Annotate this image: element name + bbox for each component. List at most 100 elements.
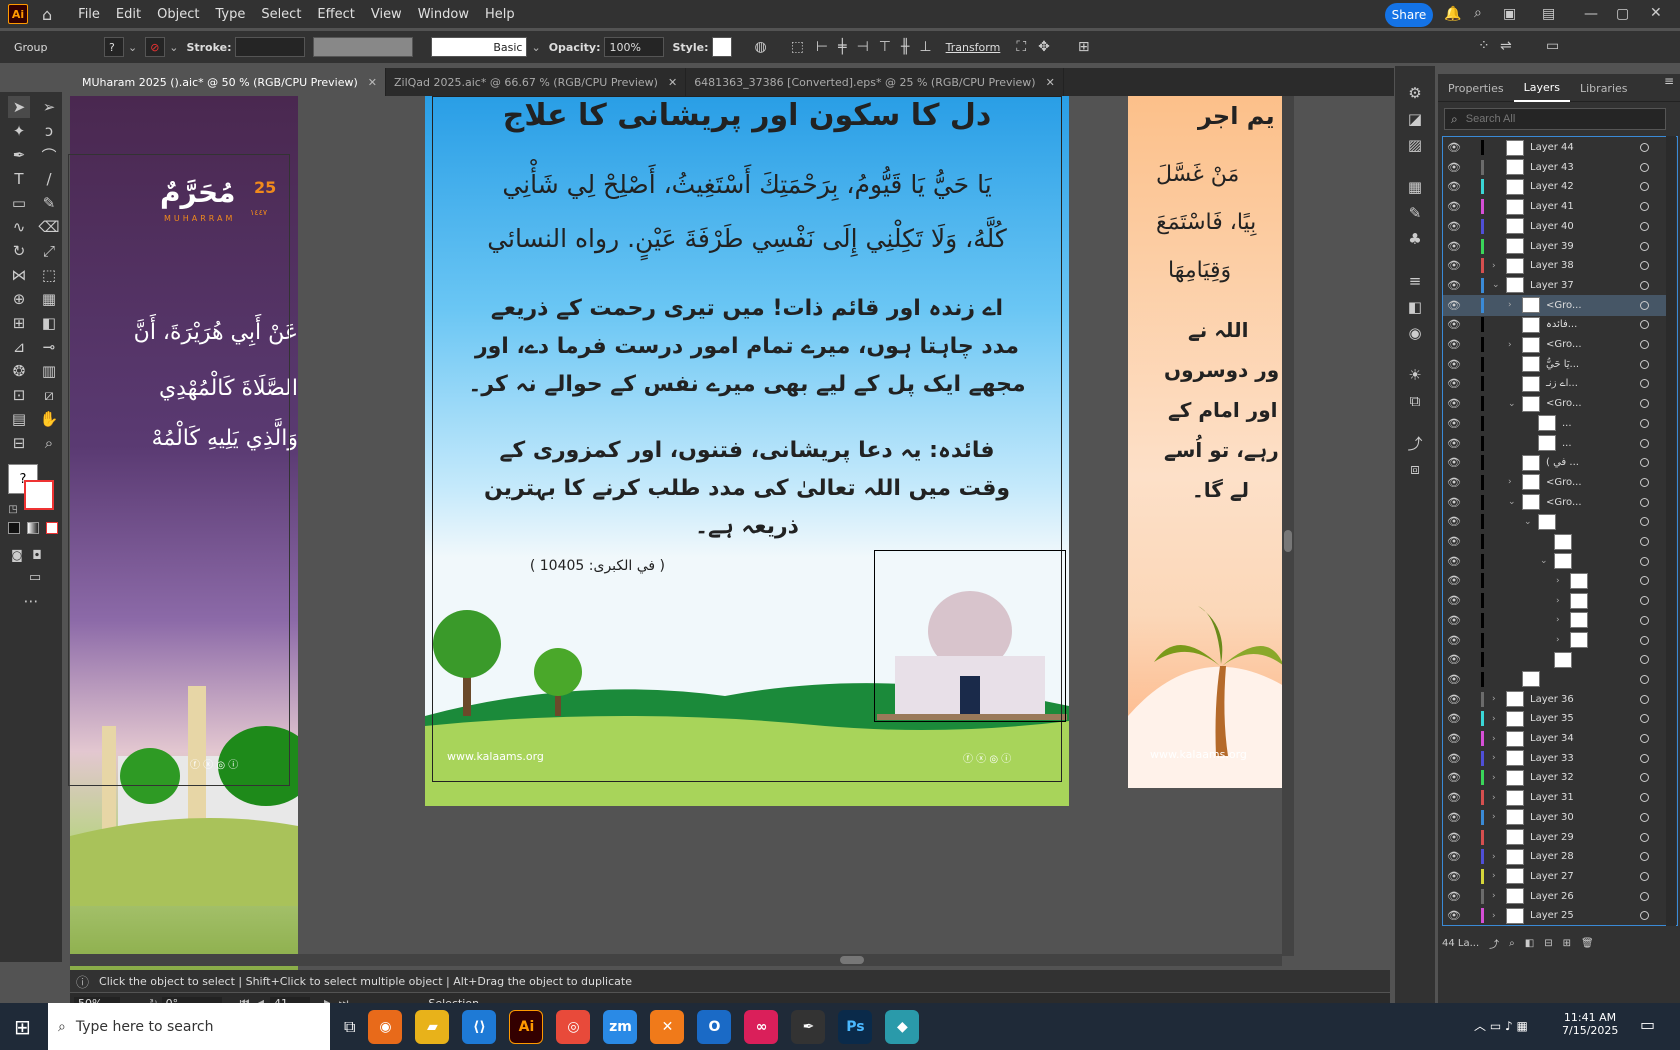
layer-row[interactable]: 👁 فائدہ... [1443,314,1667,335]
transform-link[interactable]: Transform [946,41,1001,54]
graph-tool-icon[interactable]: ▤ [8,408,30,430]
target-circle-icon[interactable] [1640,615,1649,625]
expand-toggle-icon[interactable]: › [1492,694,1506,704]
align-hcenter-icon[interactable]: ╪ [838,39,846,55]
visibility-eye-icon[interactable]: 👁 [1447,377,1463,390]
swatches-strip-icon[interactable]: ▦ [1404,176,1426,198]
mesh-tool-icon[interactable]: ⊞ [8,312,30,334]
type-tool-icon[interactable]: T [8,168,30,190]
layer-row[interactable]: 👁 Layer 43 [1443,157,1667,178]
hand-tool-icon[interactable]: ✋ [38,408,60,430]
visibility-eye-icon[interactable]: 👁 [1447,259,1463,272]
taskbar-search[interactable]: ⌕ Type here to search [48,1003,330,1050]
free-transform-tool-icon[interactable]: ⬚ [38,264,60,286]
target-circle-icon[interactable] [1640,182,1649,192]
layer-row[interactable]: 👁 ⌄ [1443,511,1667,532]
expand-toggle-icon[interactable]: ⌄ [1508,399,1522,409]
recolor-icon[interactable]: ◍ [754,39,766,55]
visibility-eye-icon[interactable]: 👁 [1447,555,1463,568]
target-circle-icon[interactable] [1640,556,1649,566]
transparency-strip-icon[interactable]: ◪ [1404,108,1426,130]
clock[interactable]: 11:41 AM 7/15/2025 [1562,1011,1618,1037]
layer-row[interactable]: 👁 Layer 41 [1443,196,1667,217]
expand-toggle-icon[interactable]: › [1508,340,1522,350]
rectangle-tool-icon[interactable]: ▭ [8,192,30,214]
align-bottom-icon[interactable]: ⊥ [919,39,931,55]
layer-row[interactable]: 👁 يَا حَيُّ... [1443,354,1667,375]
layer-row[interactable]: 👁 › Layer 34 [1443,728,1667,749]
visibility-eye-icon[interactable]: 👁 [1447,732,1463,745]
lasso-tool-icon[interactable]: ↄ [38,120,60,142]
eraser-tool-icon[interactable]: ⌫ [38,216,60,238]
align-vcenter-icon[interactable]: ╫ [901,39,909,55]
layer-row[interactable]: 👁 › <Gro... [1443,472,1667,493]
visibility-eye-icon[interactable]: 👁 [1447,850,1463,863]
brush-definition[interactable]: Basic [431,37,528,57]
visibility-eye-icon[interactable]: 👁 [1447,771,1463,784]
expand-toggle-icon[interactable]: › [1492,871,1506,881]
target-circle-icon[interactable] [1640,793,1649,803]
visibility-eye-icon[interactable]: 👁 [1447,535,1463,548]
layer-row[interactable]: 👁 ⌄ Layer 37 [1443,275,1667,296]
default-colors-icon[interactable]: ◳ [2,498,24,520]
layer-row[interactable]: 👁 اے زنـ... [1443,373,1667,394]
draw-normal-icon[interactable]: ◙ [6,544,28,566]
expand-toggle-icon[interactable]: › [1492,812,1506,822]
layer-row[interactable]: 👁 › Layer 32 [1443,767,1667,788]
search-icon[interactable]: ⌕ [1474,5,1482,21]
expand-toggle-icon[interactable]: › [1492,753,1506,763]
expand-toggle-icon[interactable]: › [1492,793,1506,803]
visibility-eye-icon[interactable]: 👁 [1447,456,1463,469]
workspace-icon[interactable]: ▣ [1503,6,1516,22]
target-circle-icon[interactable] [1640,300,1649,310]
visibility-eye-icon[interactable]: 👁 [1447,240,1463,253]
pen-app-icon[interactable]: ✒ [791,1009,826,1044]
layers-scrollbar[interactable] [1666,136,1676,926]
layer-row[interactable]: 👁 Layer 40 [1443,216,1667,237]
file-explorer-icon[interactable]: ▰ [415,1009,450,1044]
minimize-icon[interactable]: — [1584,6,1598,22]
isolate-icon[interactable]: ⛶ [1016,39,1026,55]
quick-actions-icon[interactable]: ⊞ [1078,39,1090,55]
expand-toggle-icon[interactable]: ⌄ [1508,497,1522,507]
target-circle-icon[interactable] [1640,852,1649,862]
visibility-eye-icon[interactable]: 👁 [1447,358,1463,371]
outlook-icon[interactable]: O [697,1009,732,1044]
visibility-eye-icon[interactable]: 👁 [1447,614,1463,627]
vertical-scrollbar[interactable] [1282,96,1294,956]
target-circle-icon[interactable] [1640,399,1649,409]
target-circle-icon[interactable] [1640,241,1649,251]
arrange-documents-icon[interactable]: ⁘ [1478,38,1490,54]
visibility-eye-icon[interactable]: 👁 [1447,180,1463,193]
tab-converted-eps[interactable]: 6481363_37386 [Converted].eps* @ 25 % (R… [686,68,1064,96]
tab-zilqad[interactable]: ZilQad 2025.aic* @ 66.67 % (RGB/CPU Prev… [386,68,687,96]
visibility-eye-icon[interactable]: 👁 [1447,909,1463,922]
layer-row[interactable]: 👁 › Layer 27 [1443,866,1667,887]
panel-menu-icon[interactable]: ≡ [1664,74,1674,101]
perspective-grid-tool-icon[interactable]: ▦ [38,288,60,310]
target-circle-icon[interactable] [1640,753,1649,763]
eyedropper-tool-icon[interactable]: ⊿ [8,336,30,358]
visibility-eye-icon[interactable]: 👁 [1447,318,1463,331]
maximize-icon[interactable]: ▢ [1616,6,1629,22]
layer-row[interactable]: 👁 Layer 29 [1443,827,1667,848]
target-circle-icon[interactable] [1640,537,1649,546]
tab-libraries[interactable]: Libraries [1570,74,1638,102]
fill-swatch[interactable]: ? [104,37,124,57]
align-left-icon[interactable]: ⊢ [816,39,828,55]
layer-row[interactable]: 👁 Layer 44 [1443,137,1667,158]
vertical-scroll-thumb[interactable] [1284,530,1292,552]
scale-tool-icon[interactable]: ⤢ [38,240,60,262]
visibility-eye-icon[interactable]: 👁 [1447,338,1463,351]
target-circle-icon[interactable] [1640,911,1649,921]
links-strip-icon[interactable]: ⧉ [1404,390,1426,412]
photoshop-icon[interactable]: Ps [838,1009,873,1044]
layer-row[interactable]: 👁 › Layer 35 [1443,708,1667,729]
properties-strip-icon[interactable]: ⚙ [1404,82,1426,104]
layer-row[interactable]: 👁 › Layer 31 [1443,787,1667,808]
share-button[interactable]: Share [1385,3,1433,27]
layer-row[interactable]: 👁 [1443,531,1667,552]
close-tab-icon[interactable]: ✕ [368,76,377,89]
layer-row[interactable]: 👁 › Layer 28 [1443,846,1667,867]
target-circle-icon[interactable] [1640,635,1649,645]
